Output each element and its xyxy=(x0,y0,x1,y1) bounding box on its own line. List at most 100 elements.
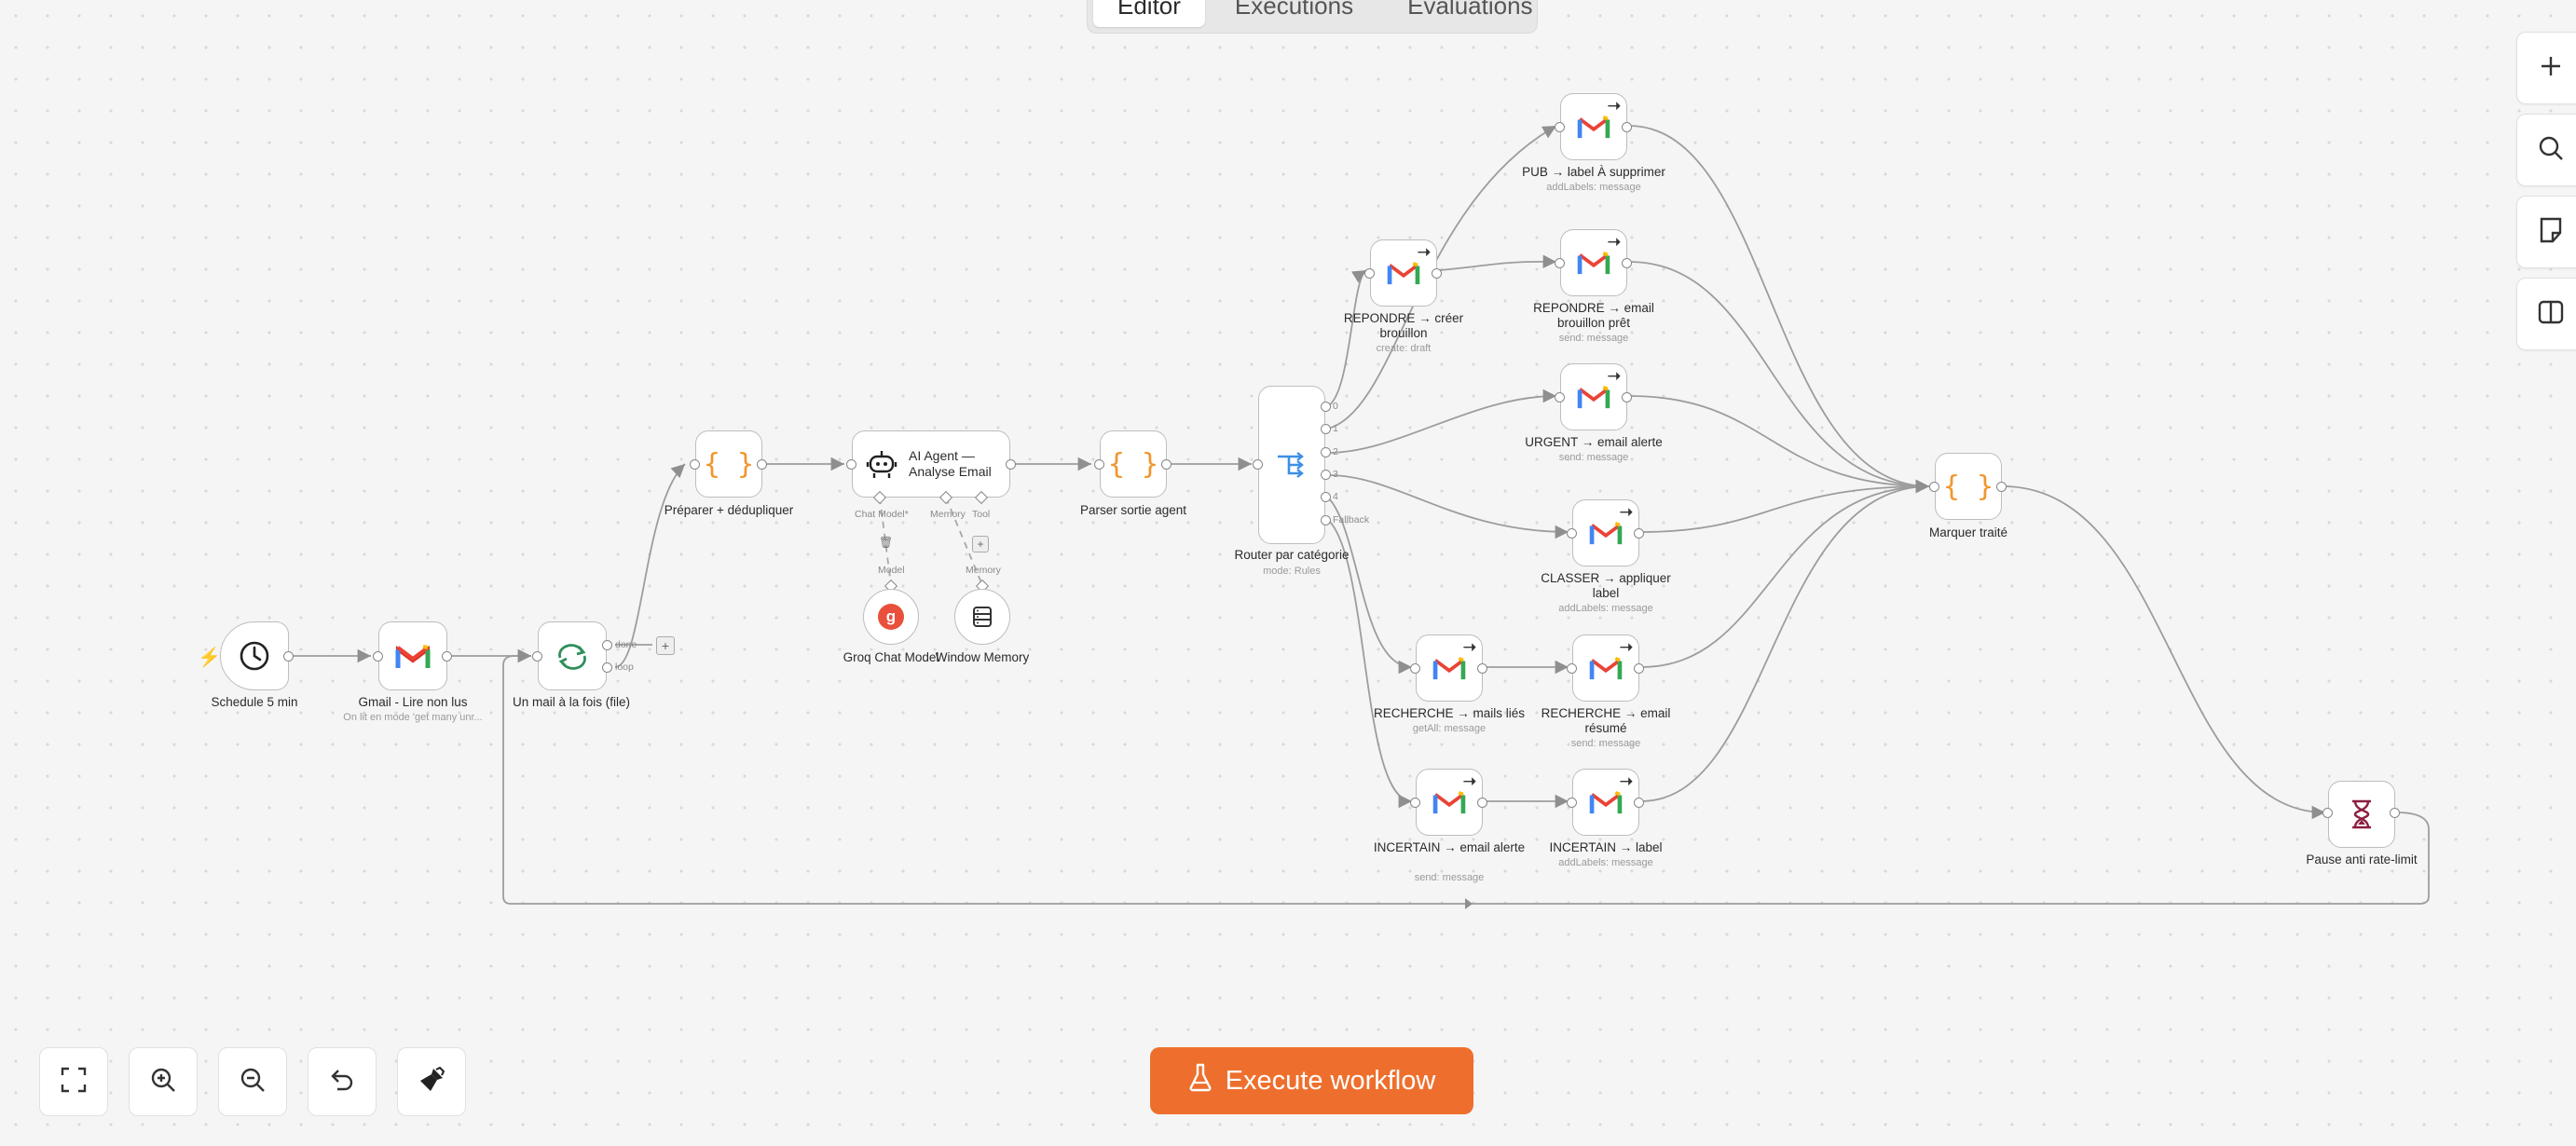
gmail-icon xyxy=(395,642,431,670)
tab-evaluations[interactable]: Evaluations xyxy=(1383,0,1556,27)
output-port[interactable] xyxy=(1321,402,1331,412)
fit-view-button[interactable] xyxy=(39,1047,108,1116)
output-port[interactable] xyxy=(1622,258,1632,268)
input-port[interactable] xyxy=(1555,122,1565,132)
node-subtitle: send: message xyxy=(1558,333,1629,344)
node-gmail-read[interactable] xyxy=(378,621,447,690)
output-port[interactable] xyxy=(1634,663,1644,674)
port-label-memory: Memory xyxy=(966,565,1001,576)
output-port[interactable] xyxy=(1996,482,2007,492)
node-parse-output[interactable]: { } xyxy=(1100,430,1167,498)
tab-executions[interactable]: Executions xyxy=(1211,0,1377,27)
node-ai-agent[interactable]: AI Agent — Analyse Email xyxy=(852,430,1010,498)
tidy-up-icon xyxy=(418,1066,445,1098)
output-port[interactable] xyxy=(283,651,294,662)
add-node-button[interactable] xyxy=(2516,32,2576,104)
output-port[interactable] xyxy=(1321,470,1331,480)
input-port[interactable] xyxy=(1364,268,1375,279)
sticky-note-button[interactable] xyxy=(2516,196,2576,268)
output-port[interactable] xyxy=(1477,663,1487,674)
input-port[interactable] xyxy=(1929,482,1939,492)
tidy-up-button[interactable] xyxy=(397,1047,466,1116)
output-port[interactable] xyxy=(1634,798,1644,808)
input-port[interactable] xyxy=(373,651,383,662)
output-port[interactable] xyxy=(2390,808,2400,818)
node-pub[interactable]: ➝ xyxy=(1560,93,1627,160)
node-subtitle: On lit en mode 'get many unr... xyxy=(343,712,483,723)
output-port[interactable] xyxy=(757,459,767,470)
output-port[interactable] xyxy=(1432,268,1442,279)
send-arrow-icon: ➝ xyxy=(1607,97,1621,115)
input-port[interactable] xyxy=(690,459,700,470)
input-port[interactable] xyxy=(1567,528,1577,539)
node-subtitle: addLabels: message xyxy=(1546,182,1641,193)
input-port[interactable] xyxy=(1555,392,1565,402)
node-repondre-draft[interactable]: ➝ xyxy=(1370,239,1437,307)
output-port[interactable] xyxy=(1477,798,1487,808)
output-port[interactable] xyxy=(1321,515,1331,525)
node-incertain-label[interactable]: ➝ xyxy=(1572,769,1639,836)
input-port[interactable] xyxy=(1567,798,1577,808)
output-port[interactable] xyxy=(1161,459,1172,470)
input-port[interactable] xyxy=(2323,808,2333,818)
edge xyxy=(1628,395,1930,494)
node-pause[interactable] xyxy=(2328,781,2395,848)
port-label-chat-model: Chat Model* xyxy=(855,509,909,520)
toggle-panel-button[interactable] xyxy=(2516,278,2576,350)
input-port[interactable] xyxy=(532,651,542,662)
undo-button[interactable] xyxy=(308,1047,377,1116)
node-schedule[interactable] xyxy=(220,621,289,690)
node-groq-chat-model[interactable]: g xyxy=(863,589,919,645)
trash-icon[interactable]: 🗑 xyxy=(879,536,893,549)
node-label: Gmail - Lire non lus xyxy=(358,695,468,709)
execute-workflow-button[interactable]: Execute workflow xyxy=(1150,1047,1473,1114)
input-port[interactable] xyxy=(1410,663,1420,674)
port-label: 4 xyxy=(1333,491,1338,502)
node-router[interactable] xyxy=(1258,386,1325,544)
plus-icon xyxy=(2538,53,2564,84)
node-label: RECHERCHE → email résumé xyxy=(1541,706,1671,736)
node-recherche-email[interactable]: ➝ xyxy=(1572,634,1639,702)
input-port[interactable] xyxy=(1410,798,1420,808)
zoom-in-icon xyxy=(149,1066,177,1098)
node-marquer-traite[interactable]: { } xyxy=(1935,453,2002,520)
node-classer[interactable]: ➝ xyxy=(1572,499,1639,566)
gmail-icon xyxy=(1577,250,1610,276)
port-label-model: Model xyxy=(878,565,905,576)
output-port[interactable] xyxy=(442,651,452,662)
add-node-button[interactable]: + xyxy=(656,636,675,655)
output-port[interactable] xyxy=(1321,492,1331,502)
node-label: Router par catégorie xyxy=(1234,548,1350,562)
output-port[interactable] xyxy=(1634,528,1644,539)
node-loop[interactable] xyxy=(538,621,607,690)
output-port-loop[interactable] xyxy=(602,662,612,673)
node-urgent[interactable]: ➝ xyxy=(1560,363,1627,430)
node-subtitle: mode: Rules xyxy=(1263,566,1321,577)
node-prepare[interactable]: { } xyxy=(695,430,762,498)
output-port[interactable] xyxy=(1321,447,1331,457)
node-window-memory[interactable] xyxy=(954,589,1010,645)
output-port[interactable] xyxy=(1006,459,1016,470)
input-port[interactable] xyxy=(1555,258,1565,268)
zoom-in-button[interactable] xyxy=(129,1047,198,1116)
port-label-done: done xyxy=(615,639,637,650)
output-port[interactable] xyxy=(1622,122,1632,132)
output-port-done[interactable] xyxy=(602,640,612,650)
tab-editor[interactable]: Editor xyxy=(1093,0,1205,27)
send-arrow-icon: ➝ xyxy=(1607,367,1621,385)
add-tool-button[interactable]: + xyxy=(972,536,989,553)
clock-icon xyxy=(238,639,271,673)
node-recherche-mails[interactable]: ➝ xyxy=(1416,634,1483,702)
edge xyxy=(614,463,686,668)
gmail-icon xyxy=(1577,114,1610,140)
output-port[interactable] xyxy=(1622,392,1632,402)
search-button[interactable] xyxy=(2516,114,2576,186)
input-port[interactable] xyxy=(1253,459,1263,470)
output-port[interactable] xyxy=(1321,424,1331,434)
node-incertain-email[interactable]: ➝ xyxy=(1416,769,1483,836)
node-repondre-email[interactable]: ➝ xyxy=(1560,229,1627,296)
input-port[interactable] xyxy=(1567,663,1577,674)
input-port[interactable] xyxy=(1094,459,1104,470)
zoom-out-button[interactable] xyxy=(218,1047,287,1116)
input-port[interactable] xyxy=(846,459,856,470)
